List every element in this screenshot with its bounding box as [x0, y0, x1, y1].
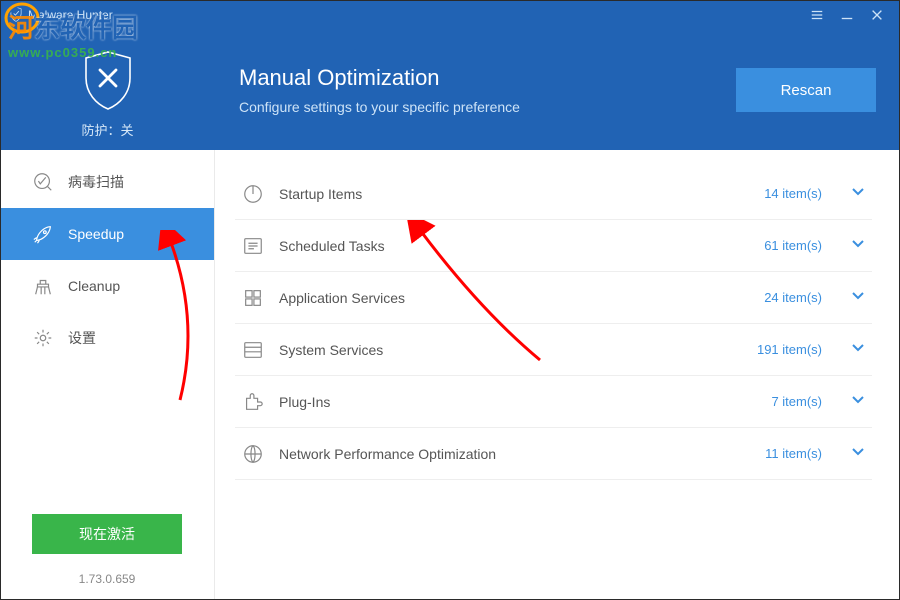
sidebar-item-cleanup[interactable]: Cleanup	[0, 260, 214, 312]
puzzle-icon	[241, 390, 265, 414]
row-network-optimization[interactable]: Network Performance Optimization 11 item…	[235, 428, 872, 480]
gear-icon	[32, 327, 54, 349]
row-plug-ins[interactable]: Plug-Ins 7 item(s)	[235, 376, 872, 428]
globe-icon	[241, 442, 265, 466]
chevron-down-icon	[850, 235, 866, 256]
sidebar-item-label: Cleanup	[68, 278, 120, 294]
row-count: 14 item(s)	[764, 186, 822, 201]
protection-status: 防护：关	[81, 120, 133, 139]
sidebar-item-speedup[interactable]: Speedup	[0, 208, 214, 260]
sidebar-item-scan[interactable]: 病毒扫描	[0, 156, 214, 208]
row-scheduled-tasks[interactable]: Scheduled Tasks 61 item(s)	[235, 220, 872, 272]
row-label: System Services	[279, 342, 757, 358]
logo-shield-icon	[8, 6, 24, 25]
power-icon	[241, 182, 265, 206]
sidebar-item-label: Speedup	[68, 226, 124, 242]
row-label: Startup Items	[279, 186, 764, 202]
header-text: Manual Optimization Configure settings t…	[215, 30, 736, 150]
app-title: Malware Hunter	[28, 8, 113, 22]
shield-x-icon	[80, 48, 136, 112]
page-title: Manual Optimization	[239, 65, 736, 91]
rescan-button[interactable]: Rescan	[736, 68, 876, 112]
minimize-button[interactable]	[832, 0, 862, 30]
content: 病毒扫描 Speedup Cleanup 设置 现在	[0, 150, 900, 600]
chevron-down-icon	[850, 287, 866, 308]
version-label: 1.73.0.659	[0, 572, 214, 586]
sidebar: 病毒扫描 Speedup Cleanup 设置 现在	[0, 150, 215, 600]
menu-button[interactable]	[802, 0, 832, 30]
chevron-down-icon	[850, 391, 866, 412]
list-icon	[241, 234, 265, 258]
row-label: Network Performance Optimization	[279, 446, 765, 462]
activate-button[interactable]: 现在激活	[32, 514, 182, 554]
row-application-services[interactable]: Application Services 24 item(s)	[235, 272, 872, 324]
row-count: 7 item(s)	[771, 394, 822, 409]
row-count: 191 item(s)	[757, 342, 822, 357]
chevron-down-icon	[850, 443, 866, 464]
rocket-icon	[32, 223, 54, 245]
titlebar: Malware Hunter	[0, 0, 900, 30]
header: 防护：关 Manual Optimization Configure setti…	[0, 30, 900, 150]
page-subtitle: Configure settings to your specific pref…	[239, 99, 736, 115]
sidebar-item-settings[interactable]: 设置	[0, 312, 214, 364]
row-label: Scheduled Tasks	[279, 238, 764, 254]
header-shield-area: 防护：关	[0, 30, 215, 150]
main-list: Startup Items 14 item(s) Scheduled Tasks…	[215, 150, 900, 600]
scan-icon	[32, 171, 54, 193]
app-logo: Malware Hunter	[8, 6, 113, 25]
row-count: 24 item(s)	[764, 290, 822, 305]
row-count: 61 item(s)	[764, 238, 822, 253]
row-label: Application Services	[279, 290, 764, 306]
row-startup-items[interactable]: Startup Items 14 item(s)	[235, 168, 872, 220]
chevron-down-icon	[850, 183, 866, 204]
sidebar-item-label: 病毒扫描	[68, 172, 124, 192]
lines-icon	[241, 338, 265, 362]
close-button[interactable]	[862, 0, 892, 30]
row-system-services[interactable]: System Services 191 item(s)	[235, 324, 872, 376]
row-label: Plug-Ins	[279, 394, 771, 410]
chevron-down-icon	[850, 339, 866, 360]
broom-icon	[32, 275, 54, 297]
grid-icon	[241, 286, 265, 310]
row-count: 11 item(s)	[765, 446, 822, 461]
sidebar-item-label: 设置	[68, 328, 96, 348]
